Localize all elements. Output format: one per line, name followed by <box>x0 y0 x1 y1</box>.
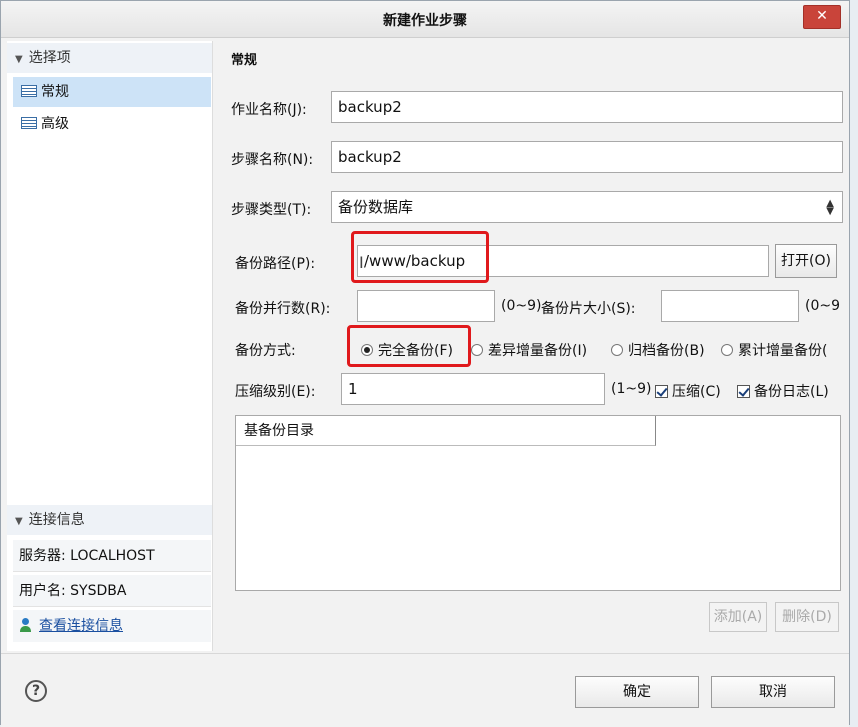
select-items-header[interactable]: ▼ 选择项 <box>7 43 212 73</box>
backup-log-checkbox[interactable]: 备份日志(L) <box>737 381 829 401</box>
step-name-label: 步骤名称(N): <box>231 152 314 168</box>
highlight-path-box <box>351 231 489 283</box>
checkbox-checked-icon <box>737 385 750 398</box>
method-label: 备份方式: <box>235 343 296 359</box>
left-pane: ▼ 选择项 常规 高级 ▼ 连接信息 服务器: LOCALHOST 用户名: SYS… <box>7 41 213 651</box>
dialog-footer: ? 确定 取消 <box>1 653 849 727</box>
piece-size-range: (0~9 <box>805 298 841 314</box>
view-connection-link[interactable]: 查看连接信息 <box>39 618 123 634</box>
title-bar: 新建作业步骤 ✕ <box>1 1 849 38</box>
nav-item-advanced[interactable]: 高级 <box>13 109 211 139</box>
compress-checkbox[interactable]: 压缩(C) <box>655 381 721 401</box>
radio-incremental-backup[interactable]: 差异增量备份(I) <box>471 340 587 360</box>
radio-icon <box>471 344 483 356</box>
list-icon <box>21 117 37 129</box>
base-backup-dir-column-header[interactable]: 基备份目录 <box>236 416 656 446</box>
piece-size-label: 备份片大小(S): <box>541 301 636 317</box>
compress-level-label: 压缩级别(E): <box>235 384 316 400</box>
radio-archive-backup[interactable]: 归档备份(B) <box>611 340 705 360</box>
parallel-label: 备份并行数(R): <box>235 301 331 317</box>
dialog-window: 新建作业步骤 ✕ ▼ 选择项 常规 高级 ▼ 连接信息 服务器: LOCALHOST… <box>0 0 850 727</box>
piece-size-input[interactable] <box>661 290 799 322</box>
backup-path-label: 备份路径(P): <box>235 256 316 272</box>
collapse-triangle-icon: ▼ <box>15 54 23 65</box>
radio-cumulative-backup[interactable]: 累计增量备份( <box>721 340 845 360</box>
job-name-label: 作业名称(J): <box>231 102 307 118</box>
view-connection-row: 查看连接信息 <box>13 610 211 642</box>
step-name-input[interactable]: backup2 <box>331 141 843 173</box>
general-panel: 常规 作业名称(J): backup2 步骤名称(N): backup2 步骤类… <box>219 41 849 651</box>
open-button[interactable]: 打开(O) <box>775 244 837 278</box>
help-icon[interactable]: ? <box>25 680 47 702</box>
close-icon: ✕ <box>816 8 828 24</box>
nav-item-general[interactable]: 常规 <box>13 77 211 107</box>
radio-icon <box>721 344 733 356</box>
user-info: 用户名: SYSDBA <box>13 575 211 607</box>
window-title: 新建作业步骤 <box>383 13 467 29</box>
job-name-input[interactable]: backup2 <box>331 91 843 123</box>
server-info: 服务器: LOCALHOST <box>13 540 211 572</box>
checkbox-checked-icon <box>655 385 668 398</box>
delete-button[interactable]: 删除(D) <box>775 602 839 632</box>
panel-heading: 常规 <box>231 53 258 68</box>
highlight-method-box <box>347 325 471 367</box>
step-type-label: 步骤类型(T): <box>231 202 312 218</box>
parallel-range: (0~9) <box>501 298 542 314</box>
cancel-button[interactable]: 取消 <box>711 676 835 708</box>
updown-arrow-icon: ▲ ▼ <box>826 198 834 217</box>
compress-level-input[interactable]: 1 <box>341 373 605 405</box>
step-type-select[interactable]: 备份数据库 ▲ ▼ <box>331 191 843 223</box>
ok-button[interactable]: 确定 <box>575 676 699 708</box>
add-button[interactable]: 添加(A) <box>709 602 767 632</box>
list-icon <box>21 85 37 97</box>
close-button[interactable]: ✕ <box>803 5 841 29</box>
connection-info-header[interactable]: ▼ 连接信息 <box>7 505 212 535</box>
base-backup-dir-list[interactable]: 基备份目录 <box>235 415 841 591</box>
radio-icon <box>611 344 623 356</box>
connection-icon <box>19 618 33 632</box>
parallel-input[interactable] <box>357 290 495 322</box>
compress-range: (1~9) <box>611 381 652 397</box>
collapse-triangle-icon: ▼ <box>15 516 23 527</box>
step-type-value: 备份数据库 <box>338 198 414 216</box>
